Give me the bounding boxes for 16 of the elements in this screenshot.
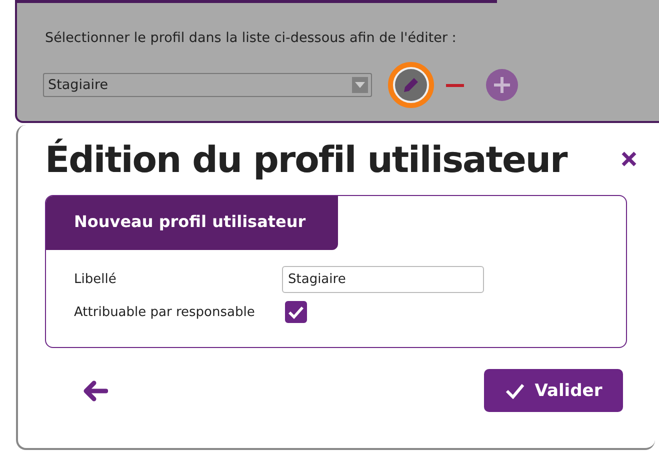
field-label: Libellé <box>74 272 118 287</box>
plus-icon <box>494 77 510 93</box>
instruction-text: Sélectionner le profil dans la liste ci-dessous afin de l'éditer : <box>45 30 456 46</box>
close-button[interactable] <box>621 151 637 167</box>
check-icon <box>504 382 525 398</box>
dialog-title: Édition du profil utilisateur <box>45 139 567 183</box>
checkbox[interactable] <box>285 301 307 323</box>
label-input[interactable]: Stagiaire <box>282 266 484 293</box>
validate-button[interactable]: Valider <box>484 369 623 412</box>
field-label: Attribuable par responsable <box>74 304 256 320</box>
profile-select[interactable]: Stagiaire <box>43 73 372 97</box>
pencil-icon <box>401 75 421 95</box>
card-tab[interactable]: Nouveau profil utilisateur <box>46 196 338 250</box>
back-button[interactable] <box>82 380 108 402</box>
edit-button[interactable] <box>388 62 434 108</box>
remove-button[interactable] <box>446 84 464 86</box>
